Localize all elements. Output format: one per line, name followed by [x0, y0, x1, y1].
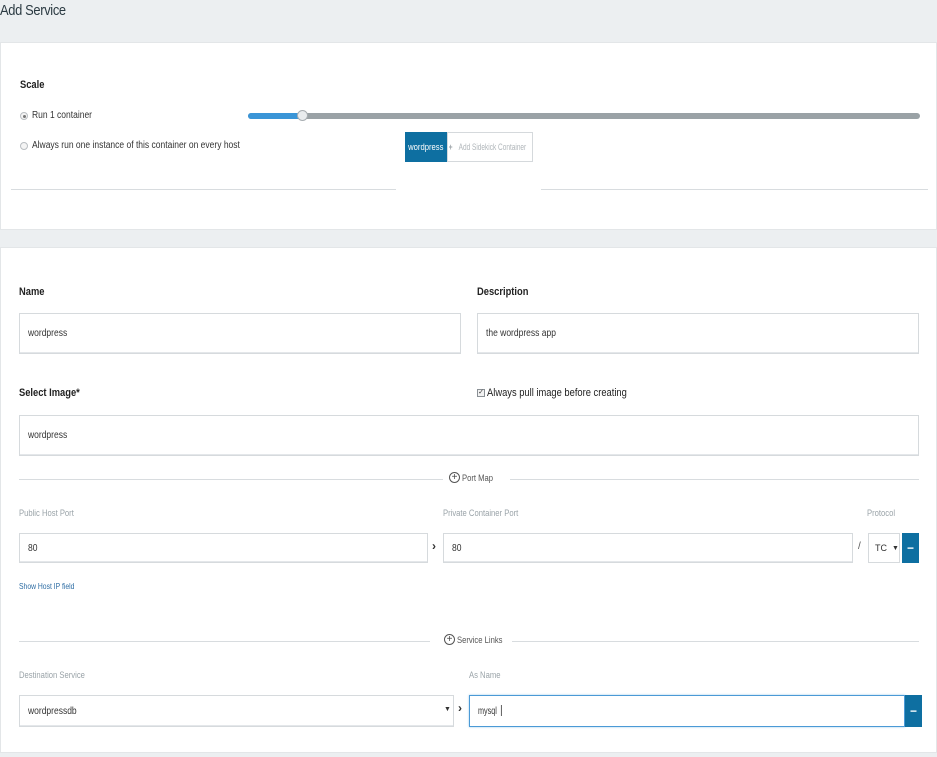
radio-every-host-label: Always run one instance of this containe…: [32, 140, 240, 151]
description-input[interactable]: the wordpress app: [477, 313, 919, 354]
port-map-toggle[interactable]: + Port Map: [449, 472, 499, 483]
page-title: Add Service: [0, 2, 66, 19]
link-arrow-icon: ›: [458, 701, 462, 715]
scale-slider-fill: [248, 113, 302, 119]
private-port-label: Private Container Port: [443, 508, 519, 518]
service-links-toggle[interactable]: + Service Links: [444, 634, 511, 645]
add-circle-icon: +: [449, 472, 460, 483]
plus-icon: +: [448, 142, 453, 152]
name-label: Name: [19, 286, 45, 298]
add-sidekick-button[interactable]: + Add Sidekick Container: [447, 132, 533, 162]
always-pull-checkbox[interactable]: ✓: [477, 389, 485, 397]
service-links-divider-right: [512, 641, 919, 642]
remove-port-button[interactable]: −: [902, 533, 919, 563]
as-name-label: As Name: [469, 670, 501, 680]
scale-slider[interactable]: [248, 110, 920, 121]
tab-divider-right: [541, 189, 928, 190]
scale-label: Scale: [20, 79, 45, 91]
port-map-divider-right: [510, 479, 919, 480]
remove-link-button[interactable]: −: [905, 695, 922, 727]
private-port-input[interactable]: 80: [443, 533, 853, 563]
select-image-label: Select Image*: [19, 387, 80, 399]
name-input[interactable]: wordpress: [19, 313, 461, 354]
public-port-label: Public Host Port: [19, 508, 74, 518]
show-host-ip-link[interactable]: Show Host IP field: [19, 582, 74, 591]
radio-every-host[interactable]: [20, 142, 28, 150]
image-input[interactable]: wordpress: [19, 415, 919, 456]
port-map-divider-left: [19, 479, 443, 480]
tab-wordpress[interactable]: wordpress: [405, 132, 447, 162]
destination-service-label: Destination Service: [19, 670, 85, 680]
service-links-divider-left: [19, 641, 430, 642]
protocol-label: Protocol: [867, 508, 896, 518]
radio-run-one-label: Run 1 container: [32, 110, 93, 121]
port-arrow-icon: ›: [432, 539, 436, 553]
minus-icon: −: [906, 541, 914, 555]
text-caret: [501, 705, 502, 717]
caret-down-icon: ▼: [892, 544, 899, 552]
description-label: Description: [477, 286, 529, 298]
scale-slider-thumb[interactable]: [297, 110, 308, 121]
minus-icon: −: [909, 704, 917, 718]
destination-service-select[interactable]: wordpressdb: [19, 695, 454, 727]
caret-down-icon: ▼: [444, 706, 451, 713]
always-pull-label: Always pull image before creating: [487, 387, 627, 399]
tab-divider-left: [11, 189, 396, 190]
as-name-input[interactable]: mysql: [469, 695, 905, 727]
public-port-input[interactable]: 80: [19, 533, 428, 563]
port-slash: /: [858, 541, 861, 552]
add-circle-icon: +: [444, 634, 455, 645]
protocol-select[interactable]: TC ▼: [868, 533, 900, 563]
radio-run-one[interactable]: [20, 112, 28, 120]
